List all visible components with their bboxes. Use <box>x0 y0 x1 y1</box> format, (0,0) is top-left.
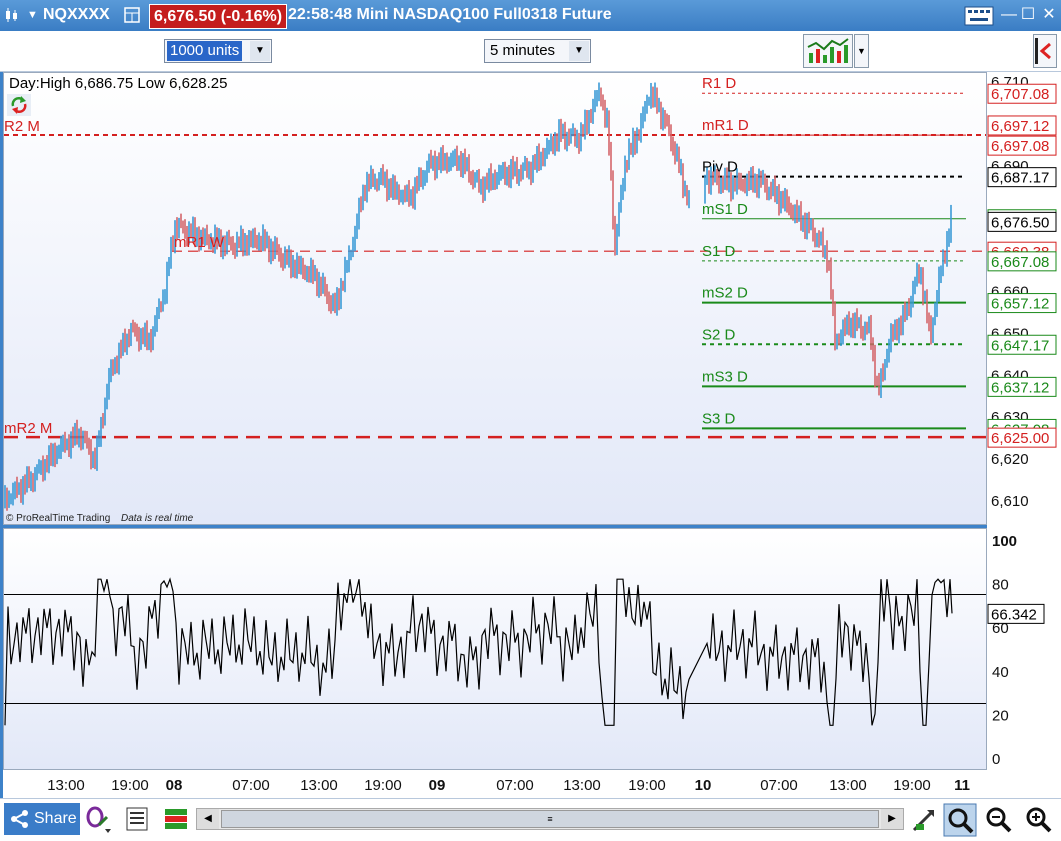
timeframe-select[interactable]: 5 minutes ▼ <box>484 39 591 63</box>
rsi-panel[interactable] <box>3 528 987 770</box>
chevron-left-icon <box>1035 38 1051 64</box>
credit-text: © ProRealTime Trading <box>6 513 111 524</box>
symbol-name[interactable]: NQXXXX <box>43 6 110 24</box>
price-change-badge: 6,676.50 (-0.16%) <box>149 4 288 29</box>
timeframe-value: 5 minutes <box>490 42 556 59</box>
candlestick-icon <box>6 8 17 22</box>
share-icon <box>11 810 28 828</box>
draw-tools-icon[interactable] <box>85 805 115 835</box>
units-value: 1000 units <box>167 41 243 61</box>
units-select[interactable]: 1000 units ▼ <box>164 39 272 63</box>
chart-toolbar: 1000 units ▼ 5 minutes ▼ ▼ <box>0 31 1061 72</box>
indicators-icon <box>807 38 849 63</box>
minimize-icon[interactable]: — <box>1000 6 1018 24</box>
pan-tool-icon[interactable] <box>910 806 938 834</box>
scroll-thumb[interactable]: ≡ <box>221 810 879 828</box>
refresh-icon[interactable] <box>7 94 31 116</box>
share-button[interactable]: Share <box>4 803 80 835</box>
title-bar: ▼ NQXXXX 6,676.50 (-0.16%) 22:58:48 Mini… <box>0 0 1061 31</box>
zoom-in-icon[interactable] <box>1025 806 1053 834</box>
indicators-dropdown[interactable]: ▼ <box>854 34 869 68</box>
axis-column <box>987 72 1061 770</box>
maximize-icon[interactable]: ☐ <box>1019 6 1037 24</box>
share-label: Share <box>34 810 77 827</box>
scroll-left-arrow[interactable]: ◀ <box>197 809 219 829</box>
chevron-down-icon: ▼ <box>250 41 270 61</box>
indicators-button[interactable] <box>803 34 853 68</box>
horizontal-scrollbar[interactable]: ◀ ≡ ▶ <box>196 808 904 830</box>
zoom-out-icon[interactable] <box>985 806 1013 834</box>
day-stats: Day:High 6,686.75 Low 6,628.25 <box>9 75 228 92</box>
dropdown-arrow-icon[interactable]: ▼ <box>27 9 38 21</box>
close-icon[interactable]: ✕ <box>1040 6 1058 24</box>
side-panel-toggle[interactable] <box>1033 34 1057 68</box>
realtime-note: Data is real time <box>121 513 194 524</box>
time-axis <box>3 770 1061 798</box>
chevron-down-icon: ▼ <box>569 41 589 61</box>
keyboard-icon[interactable] <box>964 6 994 26</box>
layout-icon[interactable] <box>124 7 140 23</box>
trade-ticket-icon[interactable] <box>164 807 188 831</box>
price-chart-panel[interactable]: Day:High 6,686.75 Low 6,628.25 © ProReal… <box>3 72 987 525</box>
order-list-icon[interactable] <box>126 807 148 831</box>
zoom-box-icon[interactable] <box>943 803 977 837</box>
bottom-toolbar: Share ◀ ≡ ▶ <box>0 798 1061 841</box>
scroll-right-arrow[interactable]: ▶ <box>881 809 903 829</box>
window-title: 22:58:48 Mini NASDAQ100 Full0318 Future <box>288 6 612 23</box>
